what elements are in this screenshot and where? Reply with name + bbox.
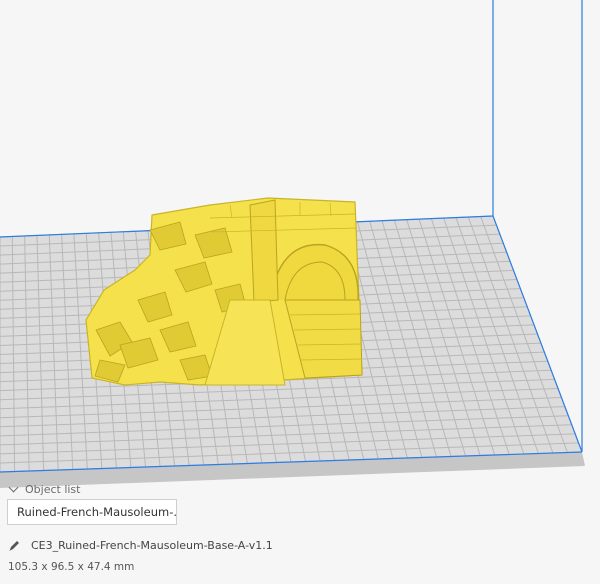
chevron-down-icon [8,482,19,493]
viewport-scene [0,0,585,488]
pencil-icon[interactable] [8,539,21,552]
file-name-row[interactable]: CE3_Ruined-French-Mausoleum-Base-A-v1.1 [8,538,273,552]
3d-viewport[interactable] [0,0,600,584]
file-name: CE3_Ruined-French-Mausoleum-Base-A-v1.1 [31,538,273,552]
object-list-item[interactable]: Ruined-French-Mausoleum-... [7,499,177,525]
object-list-label: Object list [25,482,81,496]
object-list-toggle[interactable]: Object list [8,481,80,497]
model-mausoleum-base[interactable] [85,197,363,386]
object-dimensions: 105.3 x 96.5 x 47.4 mm [8,561,135,573]
object-list-item-label: Ruined-French-Mausoleum-... [17,505,177,519]
